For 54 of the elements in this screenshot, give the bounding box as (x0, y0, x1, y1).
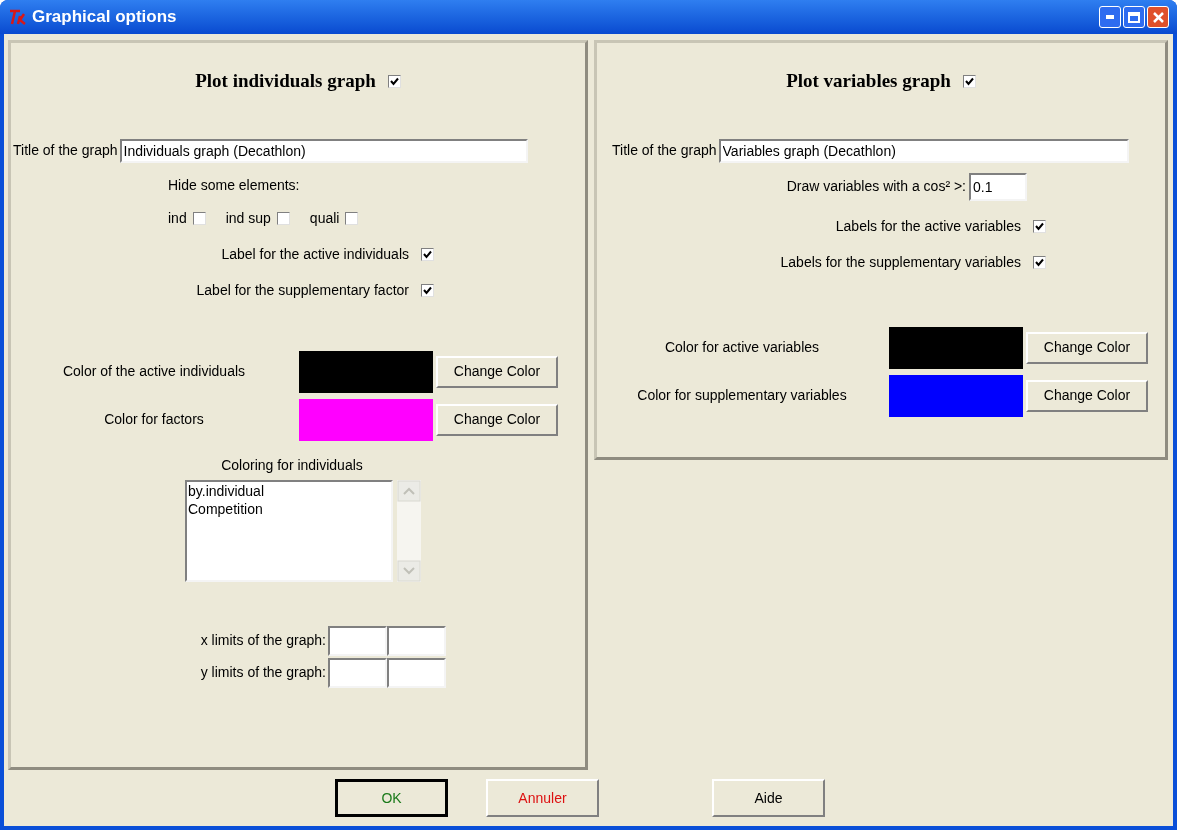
close-button[interactable] (1147, 6, 1169, 28)
checkbox[interactable] (421, 248, 434, 261)
title-field[interactable]: Variables graph (Decathlon) (718, 138, 1129, 163)
limit-field[interactable] (328, 657, 387, 688)
field-label: Title of the graph (13, 141, 118, 160)
checkbox[interactable] (276, 211, 290, 225)
checkbox-label: ind (168, 208, 187, 228)
window-title: Graphical options (32, 6, 177, 29)
dialog-button[interactable]: Annuler (486, 779, 599, 817)
minimize-icon (1106, 15, 1114, 19)
field-label: Title of the graph (612, 141, 717, 160)
color-label: Color for factors (103, 410, 205, 429)
field-label: Draw variables with a cos² >: (785, 177, 967, 196)
maximize-button[interactable] (1123, 6, 1145, 28)
change-color-button[interactable]: Change Color (436, 403, 558, 436)
change-color-button[interactable]: Change Color (1026, 379, 1148, 412)
checkbox-label: quali (309, 208, 340, 228)
option-label: Labels for the active variables (834, 217, 1022, 236)
limit-field[interactable] (387, 657, 446, 688)
change-color-button[interactable]: Change Color (1026, 331, 1148, 364)
checkbox[interactable] (1033, 220, 1046, 233)
list-item[interactable]: by.individual (188, 482, 390, 500)
panel-heading: Plot individuals graph (195, 69, 376, 93)
checkbox[interactable] (387, 74, 401, 88)
limit-label: x limits of the graph: (199, 631, 327, 650)
option-label: Labels for the supplementary variables (779, 253, 1022, 272)
tk-logo-icon (8, 8, 28, 26)
minimize-button[interactable] (1099, 6, 1121, 28)
checkbox[interactable] (345, 211, 359, 225)
dialog-button[interactable]: OK (335, 779, 448, 817)
option-label: Label for the active individuals (220, 245, 410, 264)
limit-label: y limits of the graph: (199, 663, 327, 682)
color-label: Color of the active individuals (61, 362, 247, 381)
maximize-icon (1128, 11, 1140, 23)
limit-field[interactable] (328, 625, 387, 656)
list-item[interactable]: Competition (188, 500, 390, 518)
close-icon (1152, 11, 1164, 23)
cos-field[interactable]: 0.1 (969, 172, 1027, 201)
dialog-button[interactable]: Aide (712, 779, 825, 817)
checkbox[interactable] (962, 74, 976, 88)
color-label: Color for supplementary variables (636, 386, 848, 405)
checkbox[interactable] (421, 284, 434, 297)
coloring-listbox[interactable]: by.individual Competition (185, 479, 393, 582)
section-label: Hide some elements: (168, 176, 300, 193)
panel-heading: Plot variables graph (786, 69, 951, 93)
title-field[interactable]: Individuals graph (Decathlon) (119, 138, 528, 163)
change-color-button[interactable]: Change Color (436, 355, 558, 388)
listbox-label: Coloring for individuals (221, 455, 363, 475)
checkbox[interactable] (1033, 256, 1046, 269)
option-label: Label for the supplementary factor (195, 281, 410, 300)
checkbox-label: ind sup (225, 208, 271, 228)
limit-field[interactable] (387, 625, 446, 656)
checkbox[interactable] (192, 211, 206, 225)
color-label: Color for active variables (663, 338, 821, 357)
